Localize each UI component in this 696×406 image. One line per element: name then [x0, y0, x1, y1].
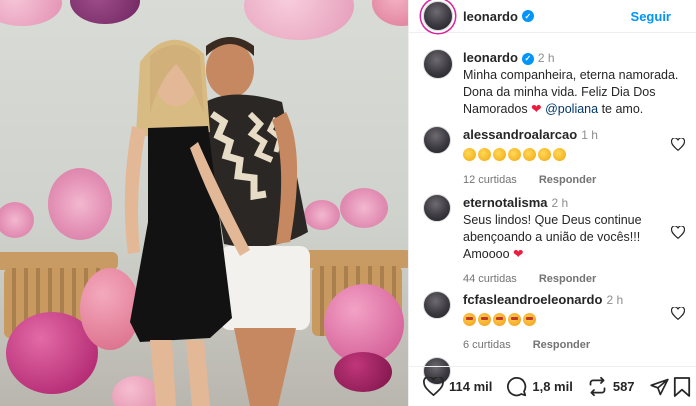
avatar[interactable] [423, 1, 453, 31]
flower-arrangement [0, 202, 34, 238]
reposts-count: 587 [612, 379, 635, 394]
caption-line: te amo. [601, 102, 644, 116]
comment-likes-count[interactable]: 6 curtidas [463, 337, 511, 354]
comment-likes-count[interactable]: 44 curtidas [463, 271, 517, 288]
post-header: leonardo ✓ Seguir [409, 0, 696, 33]
comment-username[interactable]: fcfasleandroeleonardo [463, 292, 602, 307]
comment-text: abençoando a união de vocês!!! [463, 230, 641, 244]
red-heart-icon: ❤ [513, 247, 524, 261]
emoji-row [463, 312, 685, 329]
reply-button[interactable]: Responder [539, 172, 596, 189]
flower-arrangement [340, 188, 388, 228]
verified-icon: ✓ [521, 52, 534, 65]
comment-button[interactable]: 1,8 mil [506, 376, 573, 397]
heart-icon [423, 377, 444, 396]
avatar[interactable] [423, 49, 453, 79]
post-side-panel: leonardo ✓ Seguir leonardo ✓ 2 h Minha com… [408, 0, 696, 406]
avatar[interactable] [423, 291, 451, 319]
clap-emoji-icon [508, 148, 521, 161]
face-emoji-icon [463, 313, 476, 326]
comment-username[interactable]: alessandroalarcao [463, 127, 577, 142]
post-photo[interactable] [0, 0, 408, 406]
post-action-bar: 114 mil 1,8 mil 587 [409, 366, 696, 406]
comment-likes-count[interactable]: 12 curtidas [463, 172, 517, 189]
comment-text: Amoooo [463, 247, 510, 261]
comment-item: alessandroalarcao 1 h 12 curtidas Responde… [423, 126, 685, 189]
red-heart-icon: ❤ [531, 102, 542, 116]
comment-item: fcfasleandroeleonardo 2 h 6 curtidas Respo… [423, 291, 685, 354]
clap-emoji-icon [463, 148, 476, 161]
heart-icon[interactable] [671, 307, 685, 320]
follow-button[interactable]: Seguir [631, 9, 671, 24]
mention-link[interactable]: @poliana [545, 102, 598, 116]
balloon [372, 0, 408, 26]
bookmark-icon[interactable] [673, 376, 691, 398]
comment-time: 2 h [551, 196, 569, 210]
face-emoji-icon [478, 313, 491, 326]
heart-icon[interactable] [671, 138, 685, 151]
caption-line: Dona da minha vida. Feliz Dia Dos [463, 85, 656, 99]
clap-emoji-icon [523, 148, 536, 161]
likes-count: 114 mil [449, 379, 493, 394]
clap-emoji-row [463, 147, 685, 164]
face-emoji-icon [523, 313, 536, 326]
reply-button[interactable]: Responder [533, 337, 590, 354]
face-emoji-icon [508, 313, 521, 326]
comment-text: Seus lindos! Que Deus continue [463, 213, 642, 227]
balloon [70, 0, 140, 24]
comment-icon [507, 377, 527, 397]
post-author-username[interactable]: leonardo [463, 9, 518, 24]
caption-time: 2 h [537, 51, 555, 65]
avatar[interactable] [423, 194, 451, 222]
face-emoji-icon [493, 313, 506, 326]
caption-line: Minha companheira, eterna namorada. [463, 68, 679, 82]
comment-username[interactable]: eternotalisma [463, 195, 548, 210]
balloon [334, 352, 392, 392]
comment-item: eternotalisma 2 h Seus lindos! Que Deus c… [423, 194, 685, 288]
avatar[interactable] [423, 126, 451, 154]
clap-emoji-icon [493, 148, 506, 161]
couple-illustration [124, 37, 310, 406]
clap-emoji-icon [478, 148, 491, 161]
repost-button[interactable]: 587 [587, 376, 635, 397]
post-caption: leonardo ✓ 2 h Minha companheira, eterna n… [423, 49, 685, 118]
caption-line: Namorados [463, 102, 528, 116]
comment-time: 2 h [606, 293, 624, 307]
caption-username[interactable]: leonardo [463, 50, 518, 65]
comment-time: 1 h [581, 128, 598, 142]
verified-icon: ✓ [521, 10, 534, 22]
share-button[interactable] [649, 377, 675, 397]
clap-emoji-icon [553, 148, 566, 161]
like-button[interactable]: 114 mil [423, 377, 492, 396]
balloon [0, 0, 62, 26]
clap-emoji-icon [538, 148, 551, 161]
share-icon [649, 378, 669, 395]
comments-count: 1,8 mil [532, 379, 573, 394]
repost-icon [589, 376, 606, 397]
heart-icon[interactable] [671, 226, 685, 239]
reply-button[interactable]: Responder [539, 271, 596, 288]
